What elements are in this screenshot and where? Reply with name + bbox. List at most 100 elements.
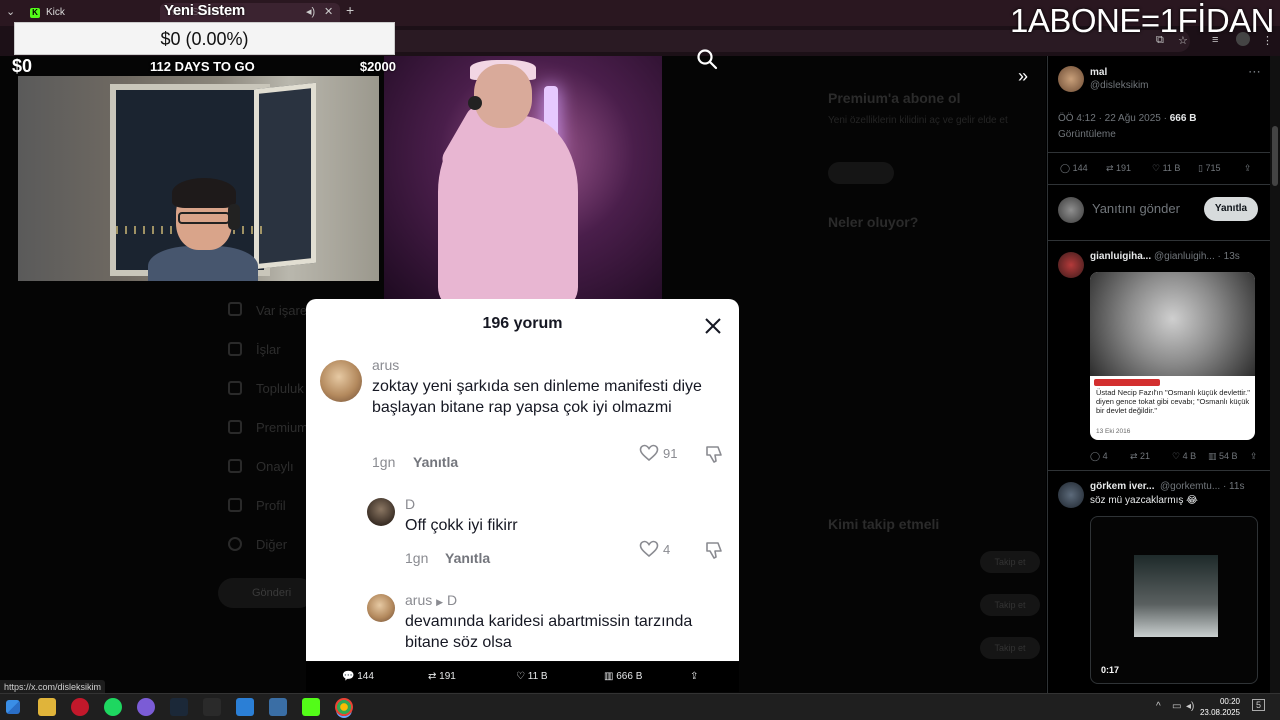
tab-kick[interactable]: K Kick [26, 3, 156, 23]
comment-reply-to[interactable]: D [447, 592, 457, 608]
follow-button-1[interactable]: Takip et [980, 551, 1040, 573]
sidebar-item-2[interactable]: Topluluk [256, 381, 304, 396]
scrollbar-thumb[interactable] [1272, 126, 1278, 186]
search-icon[interactable] [696, 48, 718, 70]
bookmark-stat[interactable]: ▯ 715 [1198, 163, 1220, 174]
handle-text[interactable]: @gianluigih... [1154, 251, 1215, 262]
share-icon[interactable]: ⇪ [1250, 451, 1258, 462]
like-stat[interactable]: ♡ 11 B [516, 671, 548, 682]
views-stat[interactable]: ▥ 54 B [1208, 451, 1238, 462]
time-text: · 13s [1217, 251, 1240, 262]
heart-icon[interactable] [639, 444, 659, 467]
dislike-icon[interactable] [704, 540, 724, 565]
reply-video[interactable]: 0:17 [1090, 516, 1258, 684]
verified-icon[interactable] [228, 459, 242, 473]
premium-subscribe-button[interactable] [828, 162, 894, 184]
like-count: 91 [663, 446, 678, 461]
bookmarks-icon[interactable] [228, 302, 242, 316]
author-name[interactable]: mal [1090, 67, 1107, 78]
repost-stat[interactable]: ⇄ 21 [1130, 451, 1150, 462]
epic-games-icon[interactable] [203, 698, 221, 716]
reply-author-name[interactable]: görkem iver... [1090, 481, 1154, 492]
vscode-icon[interactable] [236, 698, 254, 716]
sidebar-item-0[interactable]: Var işareti [256, 303, 314, 318]
comment-time: 1gn [405, 550, 429, 566]
reply-stat[interactable]: 💬 144 [342, 671, 374, 682]
handle-text[interactable]: @gorkemtu... [1160, 481, 1220, 492]
like-stat[interactable]: ♡ 4 B [1172, 451, 1196, 462]
streamer-webcam [18, 76, 379, 281]
dislike-icon[interactable] [704, 444, 724, 469]
kick-app-icon[interactable] [302, 698, 320, 716]
divider [1048, 152, 1280, 153]
spotify-icon[interactable] [104, 698, 122, 716]
scrollbar[interactable] [1270, 56, 1280, 693]
author-avatar[interactable] [1058, 66, 1084, 92]
more-icon[interactable] [228, 537, 242, 551]
post-button[interactable]: Gönderi [218, 578, 314, 608]
author-handle[interactable]: @disleksikim [1090, 80, 1149, 91]
network-icon[interactable]: ▭ [1172, 701, 1181, 712]
sidebar-item-5[interactable]: Profil [256, 498, 286, 513]
comment-user[interactable]: arus [372, 357, 399, 373]
tab-mute-icon[interactable]: ◂) [306, 5, 315, 18]
time-text: · 11s [1222, 481, 1245, 492]
sidebar-item-1[interactable]: İşlar [256, 342, 281, 357]
comment-user[interactable]: D [405, 496, 415, 512]
notification-badge[interactable]: 5 [1252, 699, 1266, 711]
tray-chevron-icon[interactable]: ^ [1156, 701, 1161, 712]
video-frame [1134, 555, 1218, 637]
reply-image[interactable]: Üstad Necip Fazıl'ın "Osmanlı küçük devl… [1090, 272, 1255, 440]
repost-stat[interactable]: ⇄ 191 [1106, 163, 1131, 174]
tweet-video[interactable] [384, 56, 662, 300]
avatar[interactable] [1058, 252, 1084, 278]
communities-icon[interactable] [228, 381, 242, 395]
more-options-icon[interactable]: ⋯ [1248, 64, 1261, 80]
start-icon[interactable] [6, 700, 20, 714]
views-stat[interactable]: ▥ 666 B [604, 671, 642, 682]
follow-button-2[interactable]: Takip et [980, 594, 1040, 616]
share-icon[interactable]: ⇪ [690, 671, 698, 682]
avatar[interactable] [367, 594, 395, 622]
avatar[interactable] [320, 360, 362, 402]
comment-text: Off çokk iyi fikirr [405, 517, 518, 534]
comment-time: 1gn [372, 454, 396, 470]
who-to-follow-heading: Kimi takip etmeli [828, 516, 940, 532]
tab-close-icon[interactable]: ✕ [324, 5, 333, 18]
follow-button-3[interactable]: Takip et [980, 637, 1040, 659]
reply-stat[interactable]: ◯ 4 [1090, 451, 1108, 462]
jobs-icon[interactable] [228, 342, 242, 356]
volume-icon[interactable]: ◂) [1186, 701, 1194, 712]
reply-input[interactable]: Yanıtını gönder [1092, 201, 1180, 216]
taskbar-clock[interactable]: 00:20 23.08.2025 [1200, 696, 1240, 718]
sidebar-item-3[interactable]: Premium [256, 420, 308, 435]
reply-button[interactable]: Yanıtla [445, 550, 490, 566]
share-icon[interactable]: ⇪ [1244, 163, 1252, 174]
like-stat[interactable]: ♡ 11 B [1152, 163, 1180, 174]
avatar[interactable] [1058, 482, 1084, 508]
app-icon[interactable] [269, 698, 287, 716]
new-tab-button[interactable]: + [346, 2, 354, 18]
profile-icon[interactable] [228, 498, 242, 512]
comment-user[interactable]: arus [405, 592, 432, 608]
reply-submit-button[interactable]: Yanıtla [1204, 197, 1258, 221]
chevron-double-right-icon[interactable]: » [1018, 66, 1028, 87]
reply-author-name[interactable]: gianluigiha... [1090, 251, 1151, 262]
reply-button[interactable]: Yanıtla [413, 454, 458, 470]
image-date: 13 Eki 2016 [1096, 428, 1131, 435]
close-icon[interactable] [703, 316, 723, 336]
premium-icon[interactable] [228, 420, 242, 434]
repost-stat[interactable]: ⇄ 191 [428, 671, 456, 682]
file-explorer-icon[interactable] [38, 698, 56, 716]
heart-icon[interactable] [639, 540, 659, 563]
steam-icon[interactable] [170, 698, 188, 716]
opera-icon[interactable] [71, 698, 89, 716]
avatar[interactable] [367, 498, 395, 526]
reply-stat[interactable]: ◯ 144 [1060, 163, 1088, 174]
sidebar-item-6[interactable]: Diğer [256, 537, 287, 552]
sidebar-item-4[interactable]: Onaylı [256, 459, 294, 474]
tab-menu-icon[interactable]: ⌄ [6, 5, 15, 18]
discord-icon[interactable] [137, 698, 155, 716]
chrome-icon[interactable] [335, 698, 353, 716]
x-right-panel: mal @disleksikim ⋯ ÖÖ 4:12 · 22 Ağu 2025… [1047, 56, 1280, 693]
